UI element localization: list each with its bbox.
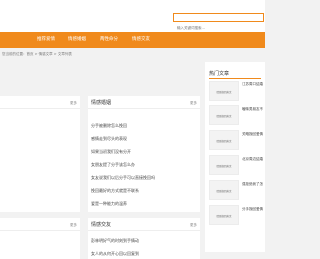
- article-thumbnail[interactable]: 情感挽回热文: [209, 205, 239, 225]
- more-link[interactable]: 更多: [70, 101, 77, 106]
- nav-item-love[interactable]: 推荐爱情: [33, 32, 59, 48]
- list-item[interactable]: 如果当初我们没有分开: [91, 149, 131, 155]
- breadcrumb: 您当前的位置：首页 > 情感文章 > 文章列表: [2, 52, 72, 56]
- list-item[interactable]: 爱是一种能力的温养: [91, 201, 127, 207]
- list-item[interactable]: 彭林明好气的时刻到手情动: [91, 238, 139, 244]
- hot-article-link[interactable]: 关略挽回爱情: [242, 132, 265, 137]
- main-nav: 推荐爱情 情感婚姻 两性命分 情感交友: [0, 32, 265, 48]
- search-input[interactable]: [174, 24, 263, 32]
- panel-header: 情感交友 更多: [88, 218, 200, 231]
- hot-article-link[interactable]: 强拒绝我了怎: [242, 182, 265, 187]
- panel-title: 情感交友: [91, 222, 112, 228]
- hot-article-link[interactable]: 分手挽回爱情: [242, 207, 265, 212]
- article-thumbnail[interactable]: 情感挽回热文: [209, 130, 239, 150]
- panel-marriage: 情感婚姻 更多 分手被删除怎么挽回 感情走到尽头的表现 如果当初我们没有分开 女…: [88, 96, 200, 212]
- hot-article-link[interactable]: 江苏周口结婚: [242, 82, 265, 87]
- list-item[interactable]: 女友说我们以后分手可以直接挽回吗: [91, 175, 155, 181]
- article-thumbnail[interactable]: 情感挽回热文: [209, 155, 239, 175]
- more-link[interactable]: 更多: [190, 223, 197, 228]
- article-thumbnail[interactable]: 情感挽回热文: [209, 105, 239, 125]
- nav-item-home[interactable]: [2, 32, 30, 48]
- more-link[interactable]: 更多: [70, 223, 77, 228]
- list-item[interactable]: 女人的从何开心回以回复到: [91, 251, 139, 257]
- more-link[interactable]: 更多: [190, 101, 197, 106]
- article-thumbnail[interactable]: 情感挽回热文: [209, 180, 239, 200]
- panel-bottom-left: 更多: [0, 218, 80, 259]
- panel-header: 更多: [0, 96, 80, 109]
- list-item[interactable]: 分手被删除怎么挽回: [91, 123, 127, 129]
- article-thumbnail[interactable]: 情感挽回热文: [209, 81, 239, 101]
- hot-article-link[interactable]: 暧昧男朋友不: [242, 107, 265, 112]
- panel-title: 情感婚姻: [91, 100, 112, 106]
- list-item[interactable]: 感情走到尽头的表现: [91, 136, 127, 142]
- panel-top-left: 更多: [0, 96, 80, 212]
- title-underline: [209, 78, 261, 79]
- hot-articles-panel: 热门文章 情感挽回热文 江苏周口结婚 情感挽回热文 暧昧男朋友不 情感挽回热文 …: [205, 62, 265, 252]
- panel-header: 情感婚姻 更多: [88, 96, 200, 109]
- search-box[interactable]: [173, 13, 264, 32]
- nav-item-fate[interactable]: 两性命分: [96, 32, 122, 48]
- panel-friends: 情感交友 更多 彭林明好气的时刻到手情动 女人的从何开心回以回复到: [88, 218, 200, 259]
- top-header: [0, 0, 265, 32]
- panel-title: 热门文章: [209, 71, 230, 77]
- list-item[interactable]: 女朋友提了分手该怎么办: [91, 162, 135, 168]
- nav-item-marriage[interactable]: 情感婚姻: [64, 32, 90, 48]
- list-item[interactable]: 挽回最好的方式就是不联系: [91, 188, 139, 194]
- panel-header: 更多: [0, 218, 80, 231]
- nav-item-friends[interactable]: 情感交友: [128, 32, 154, 48]
- hot-article-link[interactable]: 北京周边结婚: [242, 157, 265, 162]
